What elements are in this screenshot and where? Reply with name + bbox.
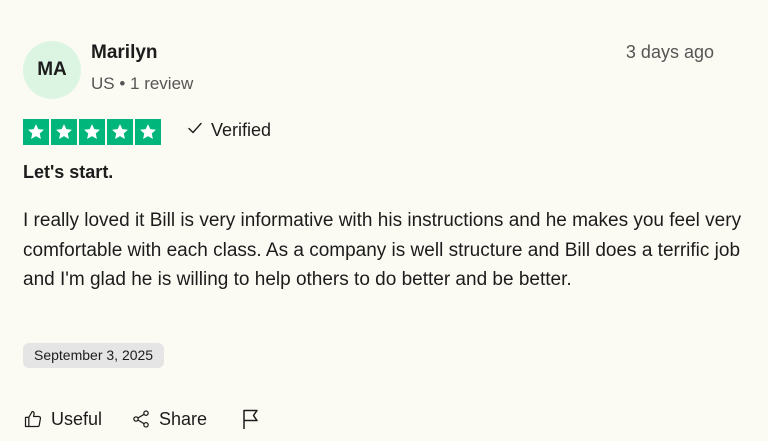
share-icon — [131, 409, 151, 429]
report-button[interactable] — [241, 408, 261, 430]
star-icon — [79, 119, 105, 145]
review-posted-ago: 3 days ago — [625, 42, 714, 62]
checkmark-icon — [187, 120, 203, 141]
star-rating — [23, 119, 161, 145]
review-body: I really loved it Bill is very informati… — [23, 210, 742, 290]
useful-button[interactable]: Useful — [23, 409, 102, 430]
useful-label: Useful — [51, 408, 103, 429]
verified-badge[interactable]: Verified — [187, 120, 271, 141]
share-label: Share — [159, 408, 208, 429]
flag-icon — [241, 408, 261, 430]
review-actions: Useful Share — [23, 408, 261, 430]
share-button[interactable]: Share — [131, 409, 207, 430]
star-icon — [107, 119, 133, 145]
reviewer-name[interactable]: Marilyn — [91, 42, 158, 64]
star-icon — [51, 119, 77, 145]
verified-label: Verified — [211, 120, 272, 140]
review-card: MA Marilyn US • 1 review 3 days ago Veri… — [0, 0, 768, 441]
date-of-experience: September 3, 2025 — [23, 343, 165, 368]
star-icon — [135, 119, 161, 145]
review-title[interactable]: Let's start. — [23, 162, 113, 183]
reviewer-meta: US • 1 review — [91, 74, 194, 93]
avatar[interactable]: MA — [23, 41, 81, 99]
star-icon — [23, 119, 49, 145]
thumbs-up-icon — [23, 409, 43, 429]
